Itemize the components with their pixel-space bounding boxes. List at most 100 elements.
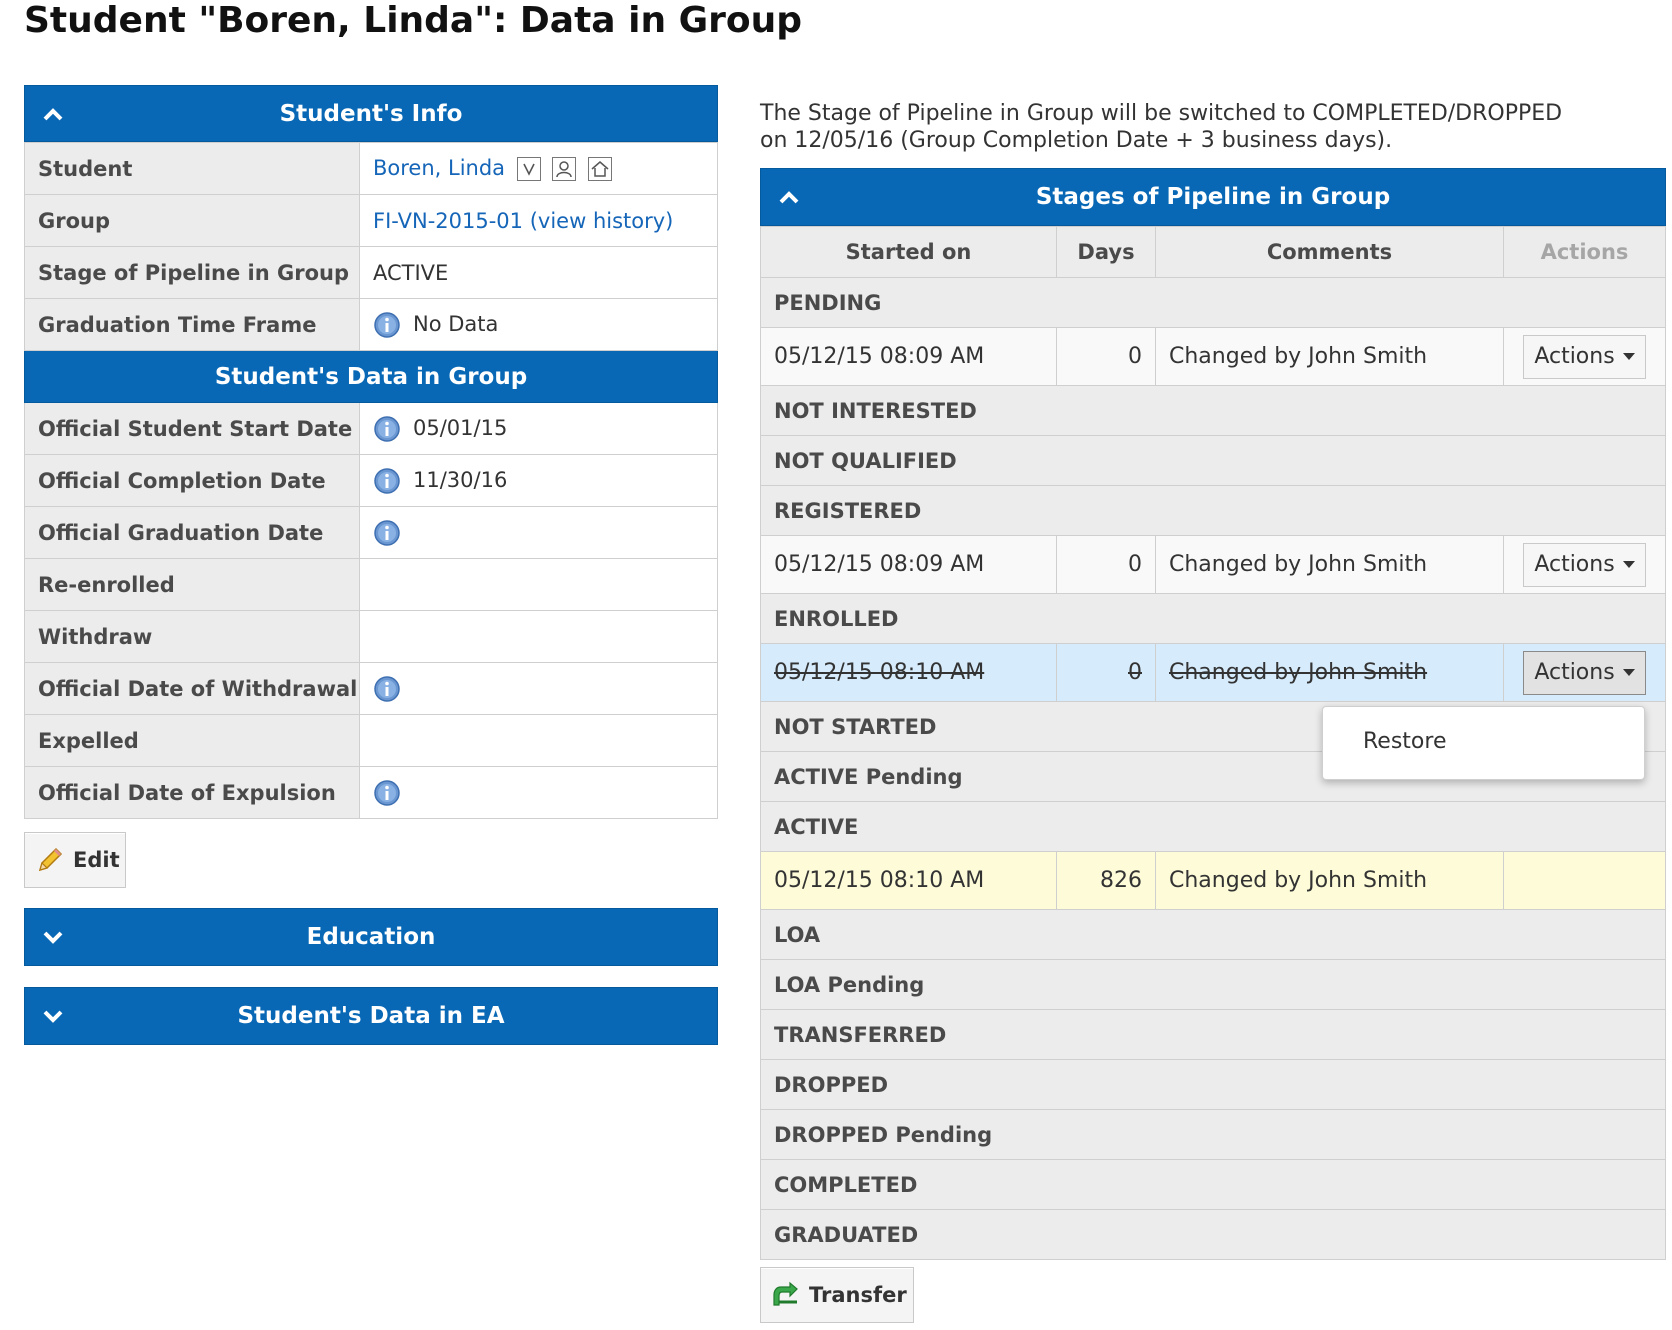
info-value: No Data [359, 298, 718, 351]
notice-line-1: The Stage of Pipeline in Group will be s… [760, 101, 1563, 126]
entry-row-enrolled: 05/12/15 08:10 AM 0 Changed by John Smit… [760, 643, 1666, 702]
data-row-withdraw: Withdraw [24, 610, 718, 663]
data-label: Official Date of Withdrawal [24, 662, 360, 715]
data-value: 11/30/16 [359, 454, 718, 507]
data-row-expulsion-date: Official Date of Expulsion [24, 766, 718, 819]
stages-table-header-row: Started on Days Comments Actions [760, 226, 1666, 278]
stage-label: LOA Pending [760, 959, 1666, 1010]
students-data-in-ea-header[interactable]: Student's Data in EA [24, 987, 718, 1045]
entry-started-on: 05/12/15 08:10 AM [760, 851, 1057, 910]
info-icon[interactable] [373, 311, 401, 339]
data-row-re-enrolled: Re-enrolled [24, 558, 718, 611]
caret-down-icon [1622, 669, 1635, 676]
caret-down-icon [1622, 353, 1635, 360]
entry-actions-cell: Actions [1503, 535, 1666, 594]
data-row-withdrawal-date: Official Date of Withdrawal [24, 662, 718, 715]
info-row-student: Student Boren, Linda [24, 142, 718, 195]
info-icon[interactable] [373, 779, 401, 807]
data-value [359, 766, 718, 819]
actions-dropdown-button[interactable]: Actions [1523, 542, 1646, 587]
data-label: Official Student Start Date [24, 402, 360, 455]
entry-comment: Changed by John Smith [1155, 327, 1504, 386]
stage-label: REGISTERED [760, 485, 1666, 536]
data-row-graduation-date: Official Graduation Date [24, 506, 718, 559]
info-icon[interactable] [373, 467, 401, 495]
students-data-in-group-header: Student's Data in Group [24, 350, 718, 403]
entry-actions-cell [1503, 851, 1666, 910]
edit-button[interactable]: Edit [24, 832, 126, 888]
stage-row-dropped: DROPPED [760, 1059, 1666, 1110]
stage-label: TRANSFERRED [760, 1009, 1666, 1060]
stages-panel-header[interactable]: Stages of Pipeline in Group [760, 168, 1666, 226]
stage-row-registered: REGISTERED [760, 485, 1666, 536]
transfer-button[interactable]: Transfer [760, 1267, 914, 1323]
stage-label: NOT QUALIFIED [760, 435, 1666, 486]
chevron-up-icon[interactable] [43, 104, 63, 124]
entry-days: 0 [1056, 535, 1156, 594]
stage-row-pending: PENDING [760, 277, 1666, 328]
data-label: Withdraw [24, 610, 360, 663]
stage-row-enrolled: ENROLLED [760, 593, 1666, 644]
view-history-paren-open: ( [529, 208, 538, 233]
actions-dropdown-button-open[interactable]: Actions [1523, 650, 1646, 695]
stage-label: DROPPED [760, 1059, 1666, 1110]
completion-notice: The Stage of Pipeline in Group will be s… [760, 100, 1610, 154]
data-label: Official Completion Date [24, 454, 360, 507]
students-info-table: Student Boren, Linda Group FI-VN-2015-01… [24, 142, 718, 819]
entry-comment: Changed by John Smith [1155, 535, 1504, 594]
group-link[interactable]: FI-VN-2015-01 [373, 209, 523, 233]
stage-label: GRADUATED [760, 1209, 1666, 1260]
chevron-down-icon[interactable] [43, 927, 63, 947]
home-icon[interactable] [588, 157, 613, 181]
actions-dropdown-button[interactable]: Actions [1523, 334, 1646, 379]
transfer-arrow-icon [771, 1280, 801, 1310]
entry-days: 826 [1056, 851, 1156, 910]
students-data-in-group-title: Student's Data in Group [24, 350, 718, 403]
info-label: Student [24, 142, 360, 195]
stage-row-loa-pending: LOA Pending [760, 959, 1666, 1010]
stage-label: LOA [760, 909, 1666, 960]
person-icon[interactable] [552, 157, 577, 181]
data-text: 11/30/16 [413, 467, 508, 492]
stage-label: ACTIVE [760, 801, 1666, 852]
entry-row-active: 05/12/15 08:10 AM 826 Changed by John Sm… [760, 851, 1666, 910]
data-row-expelled: Expelled [24, 714, 718, 767]
view-history-link[interactable]: view history [538, 209, 665, 233]
info-icon[interactable] [373, 415, 401, 443]
entry-days: 0 [1056, 643, 1156, 702]
chevron-down-icon[interactable] [43, 1006, 63, 1026]
info-icon[interactable] [373, 675, 401, 703]
column-header-started-on: Started on [760, 226, 1057, 278]
info-value: FI-VN-2015-01 (view history) [359, 194, 718, 247]
stage-row-graduated: GRADUATED [760, 1209, 1666, 1260]
data-row-completion-date: Official Completion Date 11/30/16 [24, 454, 718, 507]
entry-started-on: 05/12/15 08:09 AM [760, 535, 1057, 594]
students-info-header[interactable]: Student's Info [24, 85, 718, 142]
data-label: Official Graduation Date [24, 506, 360, 559]
entry-comment: Changed by John Smith [1155, 851, 1504, 910]
student-name-link[interactable]: Boren, Linda [373, 156, 505, 180]
entry-started-on: 05/12/15 08:09 AM [760, 327, 1057, 386]
education-panel-header[interactable]: Education [24, 908, 718, 966]
stage-row-not-interested: NOT INTERESTED [760, 385, 1666, 436]
restore-menu-item[interactable]: Restore [1363, 729, 1446, 754]
info-value: ACTIVE [359, 246, 718, 299]
info-row-graduation-time-frame: Graduation Time Frame No Data [24, 298, 718, 351]
chevron-up-icon[interactable] [779, 187, 799, 207]
entry-days: 0 [1056, 327, 1156, 386]
actions-dropdown-menu: Restore [1322, 706, 1645, 780]
info-icon[interactable] [373, 519, 401, 547]
column-header-actions: Actions [1503, 226, 1666, 278]
stage-row-loa: LOA [760, 909, 1666, 960]
education-panel-title: Education [306, 924, 436, 950]
stage-label: NOT INTERESTED [760, 385, 1666, 436]
entry-actions-cell: Actions [1503, 327, 1666, 386]
data-value: 05/01/15 [359, 402, 718, 455]
left-column: Student's Info Student Boren, Linda Grou… [24, 85, 718, 819]
page-title: Student "Boren, Linda": Data in Group [24, 0, 803, 41]
edit-button-label: Edit [73, 848, 120, 872]
stage-label: PENDING [760, 277, 1666, 328]
v-icon[interactable] [516, 157, 541, 181]
info-text: No Data [413, 311, 499, 336]
entry-comment: Changed by John Smith [1155, 643, 1504, 702]
